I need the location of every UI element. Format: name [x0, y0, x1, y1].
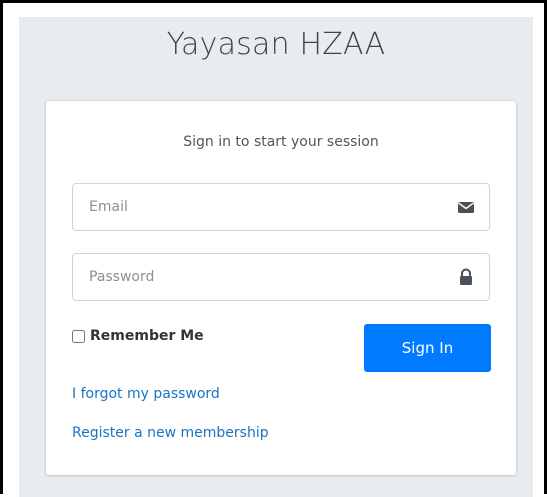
login-page: Yayasan HZAA Sign in to start your sessi…: [19, 17, 533, 497]
login-card: Sign in to start your session Email Reme…: [46, 101, 516, 475]
window-frame: Yayasan HZAA Sign in to start your sessi…: [0, 0, 547, 497]
login-box-message: Sign in to start your session: [183, 134, 379, 150]
forgot-password-link[interactable]: I forgot my password: [72, 386, 220, 402]
remember-me-group: Remember Me: [72, 326, 204, 346]
remember-me-checkbox[interactable]: [72, 329, 85, 343]
register-membership-link[interactable]: Register a new membership: [72, 425, 269, 441]
login-logo: Yayasan HZAA: [166, 27, 386, 62]
email-input-group: [72, 183, 490, 231]
lock-icon: [457, 268, 475, 286]
password-field[interactable]: [73, 254, 443, 300]
password-input-group: [72, 253, 490, 301]
sign-in-button[interactable]: Sign In: [364, 324, 491, 372]
envelope-icon: [457, 198, 475, 216]
email-field[interactable]: [73, 184, 443, 230]
remember-me-label[interactable]: Remember Me: [90, 328, 204, 344]
